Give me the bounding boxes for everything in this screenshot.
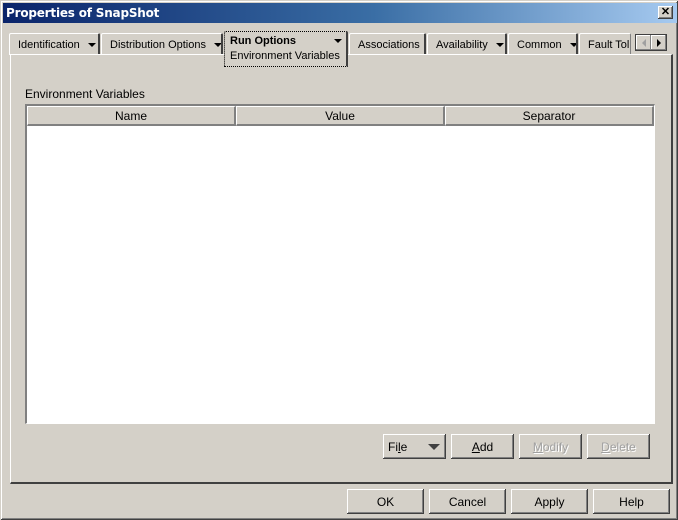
tab-run-options[interactable]: Run Options Environment Variables [224, 31, 348, 67]
table-header: Name Value Separator [27, 106, 654, 126]
tab-label: Availability [436, 38, 488, 51]
arrow-left-icon [641, 38, 646, 47]
tab-subpage-label[interactable]: Environment Variables [225, 49, 346, 65]
tab-label: Distribution Options [110, 38, 206, 51]
close-button[interactable]: ✕ [658, 6, 673, 19]
tab-label: Run Options [230, 34, 296, 47]
cancel-button[interactable]: Cancel [429, 489, 506, 514]
tab-distribution-options[interactable]: Distribution Options [101, 33, 223, 55]
window-title: Properties of SnapShot [6, 6, 160, 20]
ok-button[interactable]: OK [347, 489, 424, 514]
dropdown-arrow-icon [428, 443, 440, 450]
file-menu-button[interactable]: File [383, 434, 446, 459]
tab-scroll-right-button[interactable] [651, 35, 666, 50]
column-header-separator[interactable]: Separator [445, 106, 654, 126]
file-button-label: File [388, 439, 408, 454]
section-label: Environment Variables [25, 87, 145, 101]
tab-label: Fault Tol [588, 38, 630, 51]
tab-label: Common [517, 38, 562, 51]
tab-common[interactable]: Common [508, 33, 578, 55]
column-header-name[interactable]: Name [27, 106, 236, 126]
tab-scroll-left-button[interactable] [636, 35, 651, 50]
modify-button-label: Modify [532, 439, 569, 454]
chevron-down-icon[interactable] [87, 42, 96, 47]
tab-label: Identification [18, 38, 80, 51]
tab-identification[interactable]: Identification [9, 33, 100, 55]
chevron-down-icon[interactable] [495, 42, 504, 47]
chevron-down-icon[interactable] [569, 42, 576, 47]
tab-scroll-buttons [635, 34, 667, 51]
delete-button[interactable]: Delete [587, 434, 650, 459]
modify-button[interactable]: Modify [519, 434, 582, 459]
tab-associations[interactable]: Associations [349, 33, 426, 55]
tab-availability[interactable]: Availability [427, 33, 507, 55]
arrow-right-icon [656, 38, 661, 47]
chevron-down-icon[interactable] [214, 42, 221, 47]
add-button[interactable]: Add [451, 434, 514, 459]
tab-label: Associations [358, 38, 420, 51]
properties-dialog: Properties of SnapShot ✕ Identification … [0, 0, 678, 520]
close-icon: ✕ [660, 6, 671, 18]
help-button[interactable]: Help [593, 489, 670, 514]
column-header-value[interactable]: Value [236, 106, 445, 126]
apply-button[interactable]: Apply [511, 489, 588, 514]
environment-variables-table[interactable]: Name Value Separator [25, 104, 655, 424]
delete-button-label: Delete [601, 439, 636, 454]
tab-fault-tolerance[interactable]: Fault Tol [579, 33, 631, 55]
add-button-label: Add [471, 439, 494, 454]
title-bar[interactable]: Properties of SnapShot ✕ [3, 3, 677, 23]
table-body[interactable] [27, 126, 654, 423]
chevron-down-icon[interactable] [334, 38, 342, 43]
